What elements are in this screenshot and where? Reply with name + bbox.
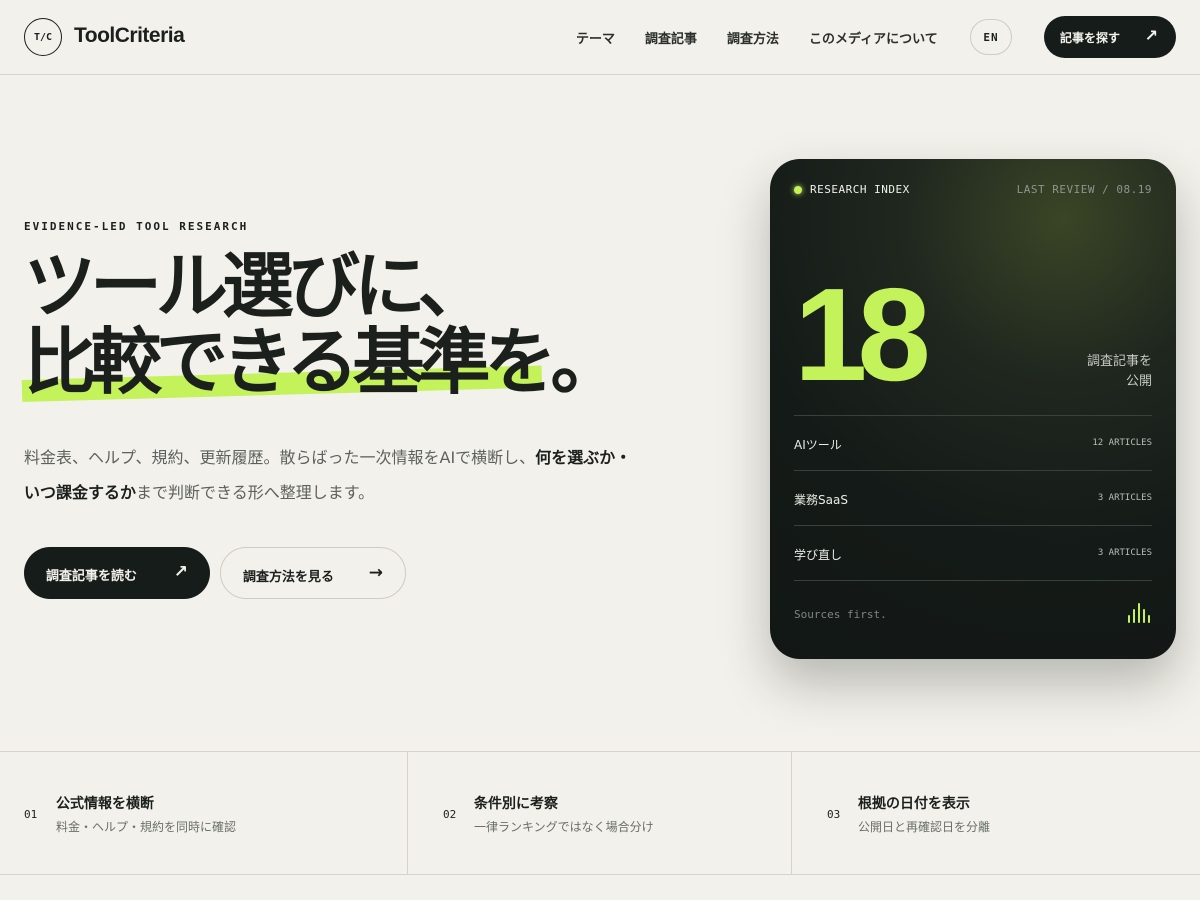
- lead-prefix: 料金表、ヘルプ、規約、更新履歴。散らばった一次情報をAIで横断し、: [24, 448, 536, 467]
- nav-link-themes[interactable]: テーマ: [576, 28, 615, 47]
- read-articles-label: 調査記事を読む: [46, 569, 138, 584]
- hero-eyebrow: EVIDENCE-LED TOOL RESEARCH: [24, 220, 249, 233]
- feature-description: 公開日と再確認日を分離: [858, 820, 991, 834]
- nav-link-methodology[interactable]: 調査方法: [727, 28, 779, 47]
- find-articles-label: 記事を探す: [1060, 31, 1121, 45]
- nav-link-articles[interactable]: 調査記事: [645, 28, 697, 47]
- feature-title: 公式情報を横断: [56, 796, 154, 812]
- main-nav: テーマ 調査記事 調査方法 このメディアについて: [0, 28, 1200, 48]
- last-review-date: LAST REVIEW / 08.19: [1016, 183, 1152, 196]
- nav-link-about[interactable]: このメディアについて: [809, 28, 938, 47]
- site-header: T/C ToolCriteria テーマ 調査記事 調査方法 このメディアについ…: [0, 0, 1200, 75]
- read-articles-button[interactable]: 調査記事を読む ↗: [24, 547, 210, 599]
- hero-lead: 料金表、ヘルプ、規約、更新履歴。散らばった一次情報をAIで横断し、何を選ぶか・い…: [24, 440, 684, 510]
- lead-emphasis-2: いつ課金するか: [24, 483, 137, 502]
- card-footer-text: Sources first.: [794, 608, 887, 621]
- status-dot-icon: [794, 186, 802, 194]
- hero-headline: ツール選びに、 比較できる基準を。: [24, 243, 623, 404]
- headline-line-2: 比較できる基準を。: [24, 319, 623, 404]
- feature-description: 料金・ヘルプ・規約を同時に確認: [56, 820, 237, 834]
- feature-item: 02 条件別に考察 一律ランキングではなく場合分け: [407, 752, 791, 874]
- article-count: 18: [794, 261, 931, 408]
- list-divider: [794, 580, 1152, 581]
- language-toggle-button[interactable]: EN: [970, 19, 1012, 55]
- category-row-business-saas[interactable]: 業務SaaS 3 ARTICLES: [794, 470, 1152, 525]
- waveform-icon: [1128, 603, 1152, 623]
- feature-number: 03: [827, 808, 841, 821]
- feature-number: 01: [24, 808, 38, 821]
- caption-line-2: 公開: [1125, 374, 1152, 389]
- features-strip: 01 公式情報を横断 料金・ヘルプ・規約を同時に確認 02 条件別に考察 一律ラ…: [0, 751, 1200, 875]
- category-row-ai-tools[interactable]: AIツール 12 ARTICLES: [794, 415, 1152, 470]
- feature-number: 02: [443, 808, 457, 821]
- category-count: 12 ARTICLES: [1092, 438, 1152, 448]
- category-name: 業務SaaS: [794, 493, 848, 507]
- view-methodology-button[interactable]: 調査方法を見る →: [220, 547, 406, 599]
- category-name: AIツール: [794, 438, 842, 452]
- category-count: 3 ARTICLES: [1097, 548, 1152, 558]
- arrow-up-right-icon: ↗: [1144, 26, 1158, 45]
- article-count-caption: 調査記事を 公開: [1052, 352, 1152, 392]
- category-list: AIツール 12 ARTICLES 業務SaaS 3 ARTICLES 学び直し…: [794, 415, 1152, 581]
- view-methodology-label: 調査方法を見る: [243, 570, 335, 585]
- feature-description: 一律ランキングではなく場合分け: [474, 820, 654, 834]
- arrow-up-right-icon: ↗: [173, 562, 188, 582]
- feature-item: 01 公式情報を横断 料金・ヘルプ・規約を同時に確認: [0, 752, 407, 874]
- find-articles-button[interactable]: 記事を探す ↗: [1044, 16, 1176, 58]
- lead-emphasis-1: 何を選ぶか・: [535, 448, 632, 467]
- feature-title: 根拠の日付を表示: [858, 796, 970, 812]
- arrow-right-icon: →: [368, 563, 383, 583]
- card-label: RESEARCH INDEX: [810, 183, 910, 196]
- caption-line-1: 調査記事を: [1086, 354, 1152, 369]
- category-row-reskilling[interactable]: 学び直し 3 ARTICLES: [794, 525, 1152, 580]
- feature-item: 03 根拠の日付を表示 公開日と再確認日を分離: [791, 752, 1200, 874]
- lead-suffix: まで判断できる形へ整理します。: [136, 483, 375, 502]
- category-count: 3 ARTICLES: [1097, 493, 1152, 503]
- feature-title: 条件別に考察: [474, 796, 558, 812]
- research-index-card: RESEARCH INDEX LAST REVIEW / 08.19 18 調査…: [770, 159, 1176, 659]
- headline-line-1: ツール選びに、: [24, 243, 490, 328]
- category-name: 学び直し: [794, 548, 843, 562]
